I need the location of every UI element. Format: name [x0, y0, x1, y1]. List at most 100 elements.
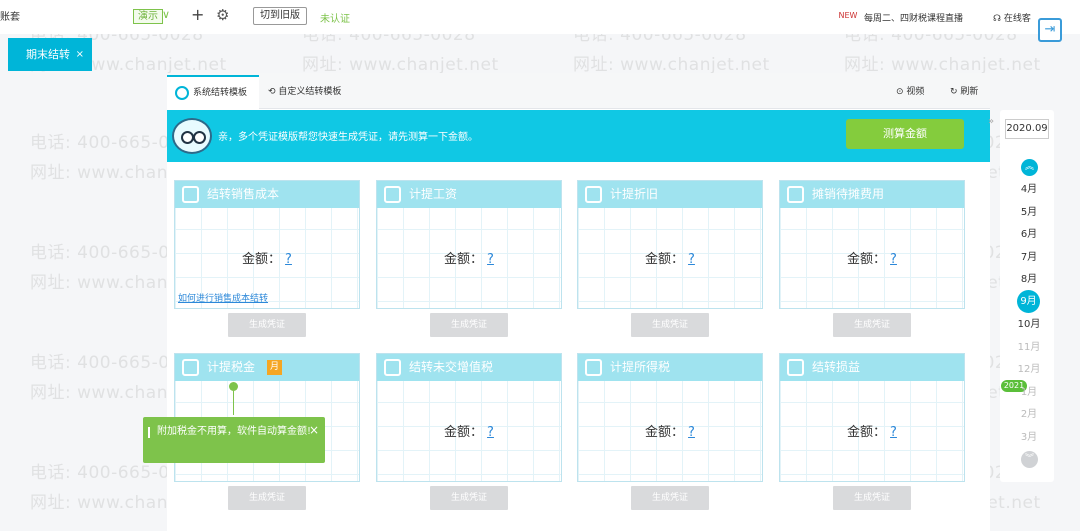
tab-system-template[interactable]: 系统结转模板 [167, 75, 259, 109]
card-amortization: 摊销待摊费用 金额：? [779, 180, 965, 309]
card-title: 结转损益 [812, 360, 861, 374]
card-title: 计提税金 [207, 360, 256, 374]
tooltip-connector [233, 391, 234, 415]
card-header: 计提所得税 [578, 354, 762, 381]
scroll-up-icon[interactable]: ︽ [1021, 159, 1038, 176]
calculate-amount-button[interactable]: 测算金额 [846, 119, 964, 149]
scissors-icon [384, 359, 401, 376]
pie-chart-icon [182, 186, 199, 203]
add-icon[interactable]: + [191, 6, 204, 24]
amount-help-link[interactable]: ? [890, 252, 897, 267]
card-sales-cost: 结转销售成本 金额：? 如何进行销售成本结转 [174, 180, 360, 309]
card-income-tax: 计提所得税 金额：? [577, 353, 763, 482]
card-header: 计提税金月 [175, 354, 359, 381]
amount-row: 金额：? [377, 248, 561, 267]
month-item[interactable]: 4月 [1014, 183, 1044, 197]
month-item[interactable]: 3月 [1014, 431, 1044, 445]
close-icon[interactable]: × [309, 422, 319, 438]
month-item[interactable]: 5月 [1014, 206, 1044, 220]
card-title: 结转未交增值税 [409, 360, 494, 374]
month-item[interactable]: 2月 [1014, 408, 1044, 422]
amount-help-link[interactable]: ? [487, 425, 494, 440]
coins-icon [787, 186, 804, 203]
month-item[interactable]: 6月 [1014, 228, 1044, 242]
tab-system-label: 系统结转模板 [193, 88, 248, 98]
generate-voucher-button[interactable]: 生成凭证 [228, 313, 306, 337]
sales-cost-help-link[interactable]: 如何进行销售成本结转 [178, 291, 268, 304]
demo-selector[interactable]: 演示 [133, 9, 163, 24]
switch-old-version-button[interactable]: 切到旧版 [253, 7, 307, 25]
amount-help-link[interactable]: ? [487, 252, 494, 267]
document-icon [585, 186, 602, 203]
live-course-link[interactable]: 每周二、四财税课程直播 [864, 11, 963, 24]
new-badge: NEW [838, 11, 858, 20]
tooltip-text: 附加税金不用算，软件自动算金额! [157, 426, 312, 437]
amount-help-link[interactable]: ? [285, 252, 292, 267]
amount-label: 金额： [645, 425, 685, 440]
amount-row: 金额：? [578, 421, 762, 440]
month-item[interactable]: 12月 [1014, 363, 1044, 377]
card-header: 计提工资 [377, 181, 561, 208]
online-service-link[interactable]: ☊ 在线客 [993, 11, 1031, 24]
close-icon[interactable]: × [76, 38, 84, 71]
tab-label: 期末结转 [26, 48, 70, 61]
watermark-text: 网址: www.chanjet.net [573, 55, 770, 75]
card-title: 计提折旧 [610, 187, 659, 201]
month-item[interactable]: 10月 [1014, 318, 1044, 332]
watermark-text: 网址: www.chanjet.net [302, 55, 499, 75]
card-depreciation: 计提折旧 金额：? [577, 180, 763, 309]
refresh-icon: ↻ [950, 87, 961, 97]
video-button[interactable]: ⊙ 视频 [896, 84, 924, 97]
card-header: 计提折旧 [578, 181, 762, 208]
banner-text: 亲，多个凭证模版帮您快速生成凭证，请先测算一下金额。 [218, 132, 478, 143]
current-period[interactable]: 2020.09 [1005, 119, 1049, 139]
generate-voucher-button[interactable]: 生成凭证 [228, 486, 306, 510]
unverified-status[interactable]: 未认证 [320, 10, 350, 25]
chevron-down-icon[interactable]: ∨ [162, 8, 170, 21]
card-header: 摊销待摊费用 [780, 181, 964, 208]
card-title: 计提所得税 [610, 360, 671, 374]
tax-hint-tooltip: 附加税金不用算，软件自动算金额! × [143, 417, 325, 463]
exit-icon[interactable]: ⇥ [1038, 18, 1062, 42]
month-item[interactable]: 8月 [1014, 273, 1044, 287]
wallet-icon [384, 186, 401, 203]
amount-label: 金额： [444, 425, 484, 440]
tab-custom-template[interactable]: ⟲ 自定义结转模板 [268, 80, 341, 104]
generate-voucher-button[interactable]: 生成凭证 [631, 313, 709, 337]
month-item[interactable]: 7月 [1014, 251, 1044, 265]
generate-voucher-button[interactable]: 生成凭证 [430, 486, 508, 510]
amount-label: 金额： [444, 252, 484, 267]
amount-row: 金额：? [780, 421, 964, 440]
play-icon: ⊙ [896, 87, 907, 97]
card-title: 摊销待摊费用 [812, 187, 885, 201]
generate-voucher-button[interactable]: 生成凭证 [833, 313, 911, 337]
amount-help-link[interactable]: ? [688, 252, 695, 267]
scroll-down-icon[interactable]: ︾ [1021, 451, 1038, 468]
refresh-label: 刷新 [960, 87, 979, 97]
amount-row: 金额：? [377, 421, 561, 440]
settings-icon: ⟲ [268, 87, 279, 97]
month-item[interactable]: 1月 [1014, 386, 1044, 400]
mascot-icon [172, 118, 212, 154]
month-item[interactable]: 11月 [1014, 341, 1044, 355]
tab-custom-label: 自定义结转模板 [278, 87, 342, 97]
amount-row: 金额：? [175, 248, 359, 267]
generate-voucher-button[interactable]: 生成凭证 [833, 486, 911, 510]
calculator-icon [585, 359, 602, 376]
card-title: 结转销售成本 [207, 187, 280, 201]
month-item-selected[interactable]: 9月 [1017, 290, 1040, 313]
amount-row: 金额：? [578, 248, 762, 267]
card-header: 结转损益 [780, 354, 964, 381]
chevron-right-icon[interactable]: » [988, 116, 994, 127]
online-service-label: 在线客 [1003, 14, 1031, 24]
tab-period-end-transfer[interactable]: 期末结转 × [8, 38, 92, 71]
template-icon [175, 86, 189, 100]
amount-help-link[interactable]: ? [890, 425, 897, 440]
headset-icon: ☊ [993, 14, 1004, 24]
amount-label: 金额： [847, 425, 887, 440]
generate-voucher-button[interactable]: 生成凭证 [631, 486, 709, 510]
generate-voucher-button[interactable]: 生成凭证 [430, 313, 508, 337]
amount-help-link[interactable]: ? [688, 425, 695, 440]
refresh-button[interactable]: ↻ 刷新 [950, 84, 978, 97]
gear-icon[interactable]: ⚙ [216, 6, 229, 24]
